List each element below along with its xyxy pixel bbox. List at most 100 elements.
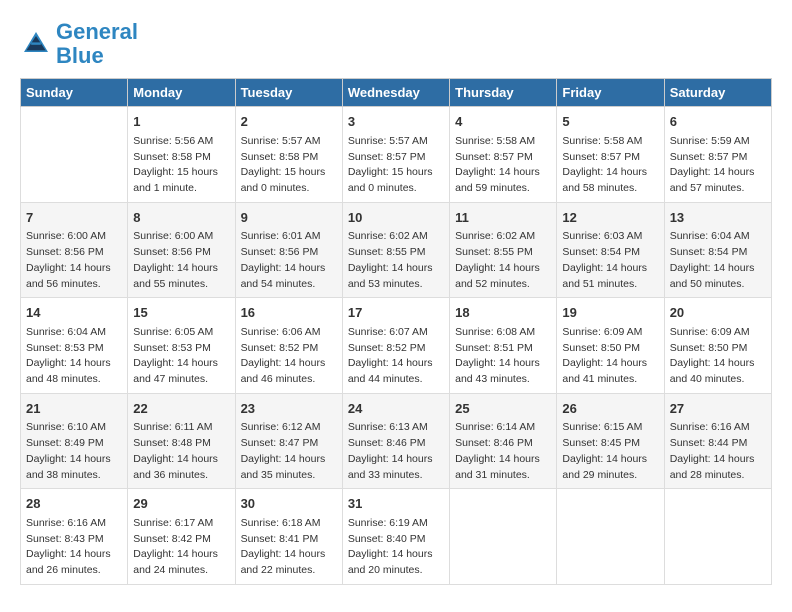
day-number: 20	[670, 303, 766, 323]
day-info: Sunrise: 6:05 AMSunset: 8:53 PMDaylight:…	[133, 325, 229, 388]
day-cell: 29Sunrise: 6:17 AMSunset: 8:42 PMDayligh…	[128, 489, 235, 585]
day-number: 18	[455, 303, 551, 323]
day-info: Sunrise: 6:02 AMSunset: 8:55 PMDaylight:…	[455, 229, 551, 292]
day-info: Sunrise: 6:16 AMSunset: 8:43 PMDaylight:…	[26, 516, 122, 579]
header-cell-thursday: Thursday	[450, 79, 557, 107]
day-cell: 13Sunrise: 6:04 AMSunset: 8:54 PMDayligh…	[664, 202, 771, 298]
day-number: 10	[348, 208, 444, 228]
day-cell	[664, 489, 771, 585]
day-number: 12	[562, 208, 658, 228]
day-info: Sunrise: 6:07 AMSunset: 8:52 PMDaylight:…	[348, 325, 444, 388]
day-cell: 20Sunrise: 6:09 AMSunset: 8:50 PMDayligh…	[664, 298, 771, 394]
day-number: 26	[562, 399, 658, 419]
day-info: Sunrise: 5:56 AMSunset: 8:58 PMDaylight:…	[133, 134, 229, 197]
day-info: Sunrise: 6:09 AMSunset: 8:50 PMDaylight:…	[670, 325, 766, 388]
day-number: 14	[26, 303, 122, 323]
day-number: 27	[670, 399, 766, 419]
day-cell: 28Sunrise: 6:16 AMSunset: 8:43 PMDayligh…	[21, 489, 128, 585]
day-number: 3	[348, 112, 444, 132]
day-number: 1	[133, 112, 229, 132]
day-number: 8	[133, 208, 229, 228]
day-cell: 26Sunrise: 6:15 AMSunset: 8:45 PMDayligh…	[557, 393, 664, 489]
day-info: Sunrise: 6:08 AMSunset: 8:51 PMDaylight:…	[455, 325, 551, 388]
day-number: 2	[241, 112, 337, 132]
day-cell: 31Sunrise: 6:19 AMSunset: 8:40 PMDayligh…	[342, 489, 449, 585]
logo: General Blue	[20, 20, 138, 68]
day-number: 28	[26, 494, 122, 514]
day-info: Sunrise: 5:59 AMSunset: 8:57 PMDaylight:…	[670, 134, 766, 197]
day-number: 25	[455, 399, 551, 419]
day-cell: 30Sunrise: 6:18 AMSunset: 8:41 PMDayligh…	[235, 489, 342, 585]
week-row-3: 14Sunrise: 6:04 AMSunset: 8:53 PMDayligh…	[21, 298, 772, 394]
day-cell: 11Sunrise: 6:02 AMSunset: 8:55 PMDayligh…	[450, 202, 557, 298]
day-cell	[450, 489, 557, 585]
day-cell: 14Sunrise: 6:04 AMSunset: 8:53 PMDayligh…	[21, 298, 128, 394]
day-cell: 16Sunrise: 6:06 AMSunset: 8:52 PMDayligh…	[235, 298, 342, 394]
day-cell: 24Sunrise: 6:13 AMSunset: 8:46 PMDayligh…	[342, 393, 449, 489]
day-number: 29	[133, 494, 229, 514]
day-number: 23	[241, 399, 337, 419]
day-number: 11	[455, 208, 551, 228]
day-number: 7	[26, 208, 122, 228]
day-info: Sunrise: 6:03 AMSunset: 8:54 PMDaylight:…	[562, 229, 658, 292]
day-info: Sunrise: 6:04 AMSunset: 8:53 PMDaylight:…	[26, 325, 122, 388]
header-cell-friday: Friday	[557, 79, 664, 107]
day-info: Sunrise: 6:04 AMSunset: 8:54 PMDaylight:…	[670, 229, 766, 292]
calendar-table: SundayMondayTuesdayWednesdayThursdayFrid…	[20, 78, 772, 585]
day-info: Sunrise: 5:58 AMSunset: 8:57 PMDaylight:…	[455, 134, 551, 197]
day-number: 9	[241, 208, 337, 228]
day-info: Sunrise: 6:19 AMSunset: 8:40 PMDaylight:…	[348, 516, 444, 579]
day-cell: 5Sunrise: 5:58 AMSunset: 8:57 PMDaylight…	[557, 107, 664, 203]
day-number: 31	[348, 494, 444, 514]
day-cell	[21, 107, 128, 203]
day-info: Sunrise: 6:06 AMSunset: 8:52 PMDaylight:…	[241, 325, 337, 388]
day-info: Sunrise: 5:57 AMSunset: 8:58 PMDaylight:…	[241, 134, 337, 197]
day-cell: 17Sunrise: 6:07 AMSunset: 8:52 PMDayligh…	[342, 298, 449, 394]
day-info: Sunrise: 6:18 AMSunset: 8:41 PMDaylight:…	[241, 516, 337, 579]
header-row: SundayMondayTuesdayWednesdayThursdayFrid…	[21, 79, 772, 107]
day-cell: 18Sunrise: 6:08 AMSunset: 8:51 PMDayligh…	[450, 298, 557, 394]
day-cell: 22Sunrise: 6:11 AMSunset: 8:48 PMDayligh…	[128, 393, 235, 489]
day-cell: 3Sunrise: 5:57 AMSunset: 8:57 PMDaylight…	[342, 107, 449, 203]
day-info: Sunrise: 6:01 AMSunset: 8:56 PMDaylight:…	[241, 229, 337, 292]
day-info: Sunrise: 6:02 AMSunset: 8:55 PMDaylight:…	[348, 229, 444, 292]
day-number: 30	[241, 494, 337, 514]
header-cell-sunday: Sunday	[21, 79, 128, 107]
day-cell: 8Sunrise: 6:00 AMSunset: 8:56 PMDaylight…	[128, 202, 235, 298]
day-number: 17	[348, 303, 444, 323]
day-info: Sunrise: 5:57 AMSunset: 8:57 PMDaylight:…	[348, 134, 444, 197]
day-number: 22	[133, 399, 229, 419]
day-cell: 6Sunrise: 5:59 AMSunset: 8:57 PMDaylight…	[664, 107, 771, 203]
day-cell: 9Sunrise: 6:01 AMSunset: 8:56 PMDaylight…	[235, 202, 342, 298]
header-cell-tuesday: Tuesday	[235, 79, 342, 107]
day-info: Sunrise: 6:12 AMSunset: 8:47 PMDaylight:…	[241, 420, 337, 483]
logo-icon	[20, 28, 52, 60]
day-cell: 23Sunrise: 6:12 AMSunset: 8:47 PMDayligh…	[235, 393, 342, 489]
day-number: 5	[562, 112, 658, 132]
day-cell: 19Sunrise: 6:09 AMSunset: 8:50 PMDayligh…	[557, 298, 664, 394]
day-cell: 10Sunrise: 6:02 AMSunset: 8:55 PMDayligh…	[342, 202, 449, 298]
week-row-1: 1Sunrise: 5:56 AMSunset: 8:58 PMDaylight…	[21, 107, 772, 203]
day-info: Sunrise: 5:58 AMSunset: 8:57 PMDaylight:…	[562, 134, 658, 197]
logo-text: General Blue	[56, 20, 138, 68]
day-info: Sunrise: 6:13 AMSunset: 8:46 PMDaylight:…	[348, 420, 444, 483]
day-info: Sunrise: 6:09 AMSunset: 8:50 PMDaylight:…	[562, 325, 658, 388]
day-cell: 12Sunrise: 6:03 AMSunset: 8:54 PMDayligh…	[557, 202, 664, 298]
header-cell-wednesday: Wednesday	[342, 79, 449, 107]
day-cell: 25Sunrise: 6:14 AMSunset: 8:46 PMDayligh…	[450, 393, 557, 489]
day-cell: 2Sunrise: 5:57 AMSunset: 8:58 PMDaylight…	[235, 107, 342, 203]
week-row-4: 21Sunrise: 6:10 AMSunset: 8:49 PMDayligh…	[21, 393, 772, 489]
day-info: Sunrise: 6:14 AMSunset: 8:46 PMDaylight:…	[455, 420, 551, 483]
day-number: 6	[670, 112, 766, 132]
day-cell	[557, 489, 664, 585]
day-number: 13	[670, 208, 766, 228]
day-cell: 4Sunrise: 5:58 AMSunset: 8:57 PMDaylight…	[450, 107, 557, 203]
day-cell: 21Sunrise: 6:10 AMSunset: 8:49 PMDayligh…	[21, 393, 128, 489]
day-number: 16	[241, 303, 337, 323]
header-cell-saturday: Saturday	[664, 79, 771, 107]
day-info: Sunrise: 6:11 AMSunset: 8:48 PMDaylight:…	[133, 420, 229, 483]
day-cell: 1Sunrise: 5:56 AMSunset: 8:58 PMDaylight…	[128, 107, 235, 203]
day-info: Sunrise: 6:10 AMSunset: 8:49 PMDaylight:…	[26, 420, 122, 483]
day-info: Sunrise: 6:16 AMSunset: 8:44 PMDaylight:…	[670, 420, 766, 483]
day-cell: 15Sunrise: 6:05 AMSunset: 8:53 PMDayligh…	[128, 298, 235, 394]
